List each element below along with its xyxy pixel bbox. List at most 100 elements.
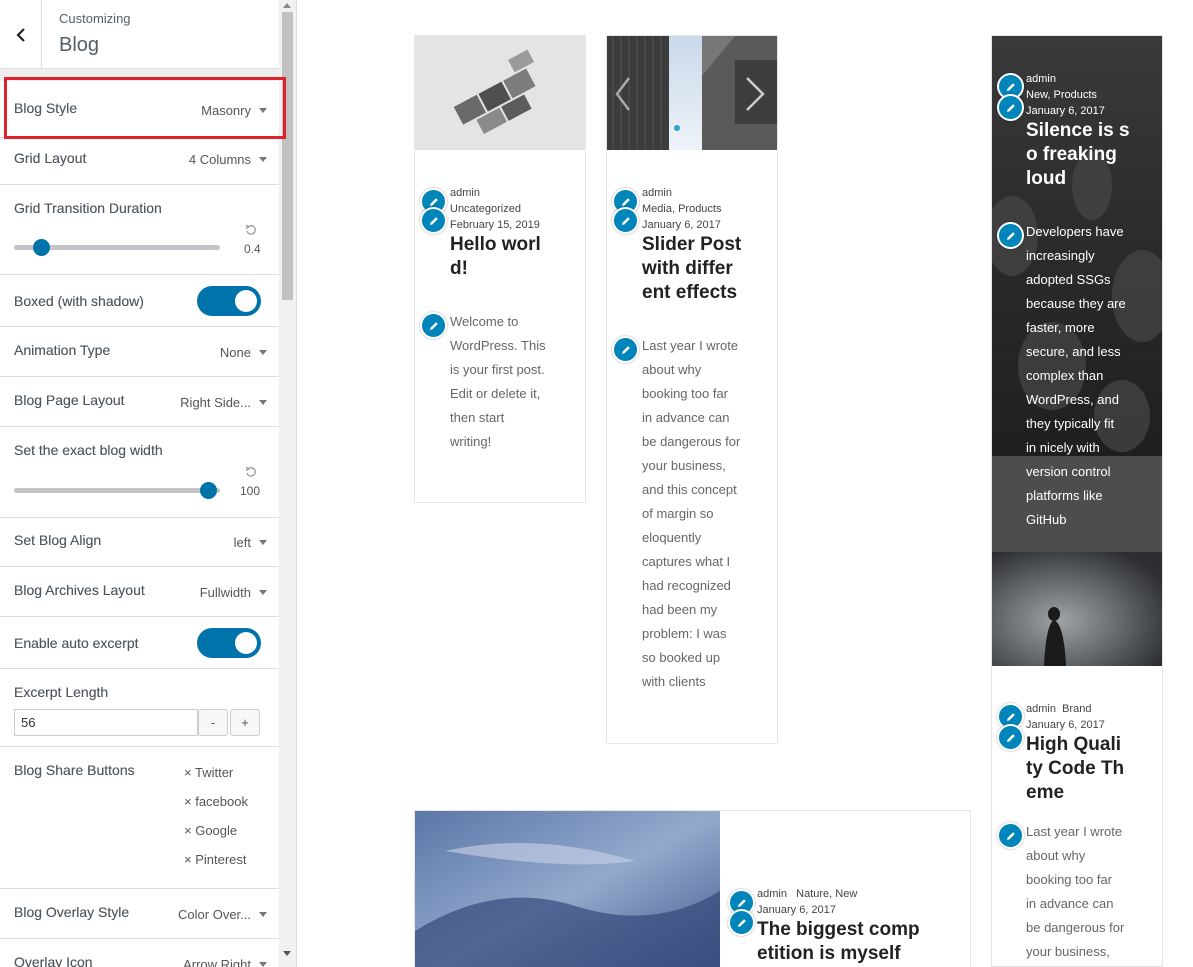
edit-pencil-icon[interactable] bbox=[612, 207, 639, 234]
title-line: High Quali bbox=[1026, 734, 1121, 755]
excerpt-line: your business, bbox=[1026, 944, 1110, 959]
excerpt-line: Developers have bbox=[1026, 224, 1124, 239]
grid-transition-value: 0.4 bbox=[244, 242, 261, 256]
panel-scrollbar[interactable] bbox=[279, 0, 296, 967]
post-date[interactable]: February 15, 2019 bbox=[450, 217, 540, 233]
title-line: o freaking bbox=[1026, 144, 1117, 165]
share-item-facebook[interactable]: × facebook bbox=[184, 794, 248, 809]
customizer-screen: Customizing Blog Blog Style Masonry Grid… bbox=[0, 0, 1193, 967]
excerpt-line: in advance can bbox=[1026, 896, 1114, 911]
customizing-label: Customizing bbox=[59, 11, 131, 26]
excerpt-line: is your first post. bbox=[450, 362, 545, 377]
excerpt-line: be dangerous for bbox=[1026, 920, 1125, 935]
post-date[interactable]: January 6, 2017 bbox=[1026, 103, 1105, 119]
edit-pencil-icon[interactable] bbox=[997, 724, 1024, 751]
post-author[interactable]: admin bbox=[450, 185, 480, 201]
reset-icon[interactable] bbox=[245, 224, 257, 236]
blog-align-label: Set Blog Align bbox=[14, 532, 102, 548]
edit-pencil-icon[interactable] bbox=[420, 312, 447, 339]
edit-pencil-icon[interactable] bbox=[997, 222, 1024, 249]
title-line: Silence is s bbox=[1026, 120, 1130, 141]
slider-thumb[interactable] bbox=[199, 482, 217, 499]
blog-style-select[interactable]: Masonry bbox=[201, 103, 267, 118]
decrement-button[interactable]: - bbox=[198, 709, 228, 736]
caret-down-icon bbox=[259, 912, 267, 917]
share-item-google[interactable]: × Google bbox=[184, 823, 237, 838]
post-title[interactable]: Silence is s o freaking loud bbox=[1026, 119, 1130, 191]
excerpt-line: of margin so bbox=[642, 506, 714, 521]
excerpt-line: writing! bbox=[450, 434, 492, 449]
back-button[interactable] bbox=[0, 0, 42, 69]
post-category[interactable]: Media, Products bbox=[642, 201, 721, 217]
post-thumbnail[interactable] bbox=[415, 36, 585, 150]
boxed-toggle[interactable] bbox=[197, 286, 261, 316]
edit-pencil-icon[interactable] bbox=[997, 822, 1024, 849]
increment-button[interactable]: + bbox=[230, 709, 260, 736]
grid-transition-control: Grid Transition Duration 0.4 bbox=[0, 185, 279, 275]
boxed-label: Boxed (with shadow) bbox=[14, 293, 144, 309]
scroll-thumb[interactable] bbox=[282, 12, 293, 300]
slider-thumb[interactable] bbox=[32, 239, 50, 256]
post-category[interactable]: Brand bbox=[1062, 703, 1091, 715]
blog-width-slider[interactable] bbox=[14, 482, 220, 499]
blog-align-control: Set Blog Align left bbox=[0, 518, 279, 567]
caret-down-icon bbox=[259, 350, 267, 355]
caret-down-icon bbox=[259, 157, 267, 162]
caret-down-icon bbox=[259, 540, 267, 545]
edit-pencil-icon[interactable] bbox=[420, 207, 447, 234]
overlay-style-control: Blog Overlay Style Color Over... bbox=[0, 889, 279, 939]
auto-excerpt-toggle[interactable] bbox=[197, 628, 261, 658]
overlay-icon-value: Arrow Right bbox=[183, 957, 251, 967]
excerpt-line: your business, bbox=[642, 458, 726, 473]
post-author[interactable]: admin bbox=[1026, 71, 1056, 87]
post-category[interactable]: New, Products bbox=[1026, 87, 1097, 103]
post-date[interactable]: January 6, 2017 bbox=[757, 902, 836, 918]
post-thumbnail[interactable] bbox=[415, 811, 720, 967]
blog-align-select[interactable]: left bbox=[234, 535, 267, 550]
post-title[interactable]: Slider Post with differ ent effects bbox=[642, 233, 741, 305]
title-line: eme bbox=[1026, 782, 1065, 803]
archives-layout-value: Fullwidth bbox=[199, 585, 251, 600]
post-category[interactable]: Nature, New bbox=[796, 888, 857, 900]
post-author[interactable]: admin bbox=[642, 185, 672, 201]
blog-page-layout-select[interactable]: Right Side... bbox=[180, 395, 267, 410]
edit-pencil-icon[interactable] bbox=[997, 94, 1024, 121]
post-title[interactable]: Hello worl d! bbox=[450, 233, 541, 281]
post-date[interactable]: January 6, 2017 bbox=[1026, 717, 1105, 733]
post-author[interactable]: admin bbox=[757, 888, 787, 900]
archives-layout-select[interactable]: Fullwidth bbox=[200, 585, 267, 600]
excerpt-line: with clients bbox=[642, 674, 706, 689]
post-slider-image[interactable] bbox=[607, 36, 777, 150]
post-card-slider-post: admin Media, Products January 6, 2017 Sl… bbox=[606, 35, 778, 744]
site-preview: admin Uncategorized February 15, 2019 He… bbox=[297, 0, 1193, 967]
grid-transition-slider[interactable] bbox=[14, 239, 220, 256]
panel-header: Customizing Blog bbox=[0, 0, 279, 69]
excerpt-length-input[interactable]: 56 bbox=[14, 709, 198, 736]
grid-layout-value: 4 Columns bbox=[188, 152, 251, 167]
scroll-up-icon[interactable] bbox=[283, 3, 291, 8]
caret-down-icon bbox=[259, 108, 267, 113]
post-date[interactable]: January 6, 2017 bbox=[642, 217, 721, 233]
edit-pencil-icon[interactable] bbox=[728, 909, 755, 936]
post-excerpt: Last year I wrote about why booking too … bbox=[642, 334, 740, 694]
overlay-icon-select[interactable]: Arrow Right bbox=[183, 957, 267, 967]
post-title[interactable]: The biggest comp etition is myself bbox=[757, 918, 920, 966]
post-category[interactable]: Uncategorized bbox=[450, 201, 521, 217]
edit-pencil-icon[interactable] bbox=[612, 336, 639, 363]
animation-type-select[interactable]: None bbox=[220, 345, 267, 360]
overlay-style-select[interactable]: Color Over... bbox=[178, 907, 267, 922]
reset-icon[interactable] bbox=[245, 466, 257, 478]
post-thumbnail[interactable] bbox=[992, 552, 1162, 666]
grid-layout-select[interactable]: 4 Columns bbox=[189, 152, 267, 167]
post-card-silence: admin New, Products January 6, 2017 Sile… bbox=[991, 35, 1163, 967]
scroll-down-icon[interactable] bbox=[283, 951, 291, 956]
excerpt-line: about why bbox=[1026, 848, 1086, 863]
post-title[interactable]: High Quali ty Code Th eme bbox=[1026, 733, 1124, 805]
share-item-twitter[interactable]: × Twitter bbox=[184, 765, 233, 780]
excerpt-line: Welcome to bbox=[450, 314, 519, 329]
share-item-pinterest[interactable]: × Pinterest bbox=[184, 852, 247, 867]
excerpt-line: then start bbox=[450, 410, 505, 425]
post-author[interactable]: admin bbox=[1026, 703, 1056, 715]
blog-style-control: Blog Style Masonry bbox=[0, 81, 279, 138]
title-line: loud bbox=[1026, 168, 1067, 189]
